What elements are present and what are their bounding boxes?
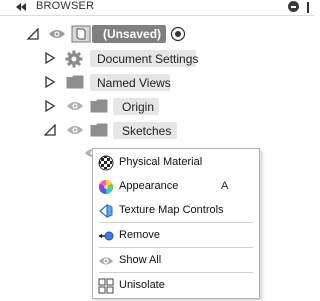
menu-item-texture-map-controls[interactable]: Texture Map Controls (93, 199, 259, 221)
menu-item-appearance[interactable]: Appearance A (93, 175, 259, 197)
tree-item-label: Sketches (122, 124, 172, 138)
expanded-triangle-icon[interactable] (26, 27, 39, 40)
collapse-panel-icon[interactable] (14, 0, 28, 14)
browser-title: BROWSER (36, 0, 95, 12)
folder-icon (90, 123, 108, 137)
menu-separator (99, 272, 253, 273)
visibility-eye-icon[interactable] (66, 124, 84, 136)
component-icon (71, 25, 91, 43)
named-views-pill[interactable]: Named Views (90, 74, 171, 91)
gear-icon (65, 50, 83, 68)
menu-item-label: Appearance (119, 180, 179, 192)
expanded-triangle-icon[interactable] (43, 123, 56, 136)
visibility-eye-icon[interactable] (66, 100, 84, 112)
menu-item-unisolate[interactable]: Unisolate (93, 274, 259, 296)
browser-header: BROWSER (0, 0, 314, 16)
menu-item-label: Unisolate (119, 279, 165, 291)
collapsed-triangle-icon[interactable] (44, 75, 56, 89)
menu-item-show-all[interactable]: Show All (93, 249, 259, 271)
menu-separator (99, 247, 253, 248)
root-label: (Unsaved) (103, 27, 162, 41)
remove-icon (98, 228, 114, 244)
show-all-icon (98, 253, 114, 269)
root-label-pill[interactable]: (Unsaved) (92, 25, 166, 43)
menu-item-label: Physical Material (119, 156, 203, 168)
sketches-pill[interactable]: Sketches (113, 122, 177, 139)
shortcut-label: A (221, 180, 229, 192)
folder-icon (90, 99, 108, 113)
menu-separator (99, 222, 253, 223)
appearance-icon (98, 179, 114, 195)
collapsed-triangle-icon[interactable] (44, 99, 56, 113)
folder-icon (66, 75, 84, 89)
visibility-eye-icon[interactable] (48, 28, 66, 40)
document-settings-pill[interactable]: Document Settings (90, 50, 199, 67)
menu-item-physical-material[interactable]: Physical Material (93, 151, 259, 173)
menu-item-label: Show All (119, 254, 162, 266)
texture-map-icon (98, 203, 114, 219)
tree-item-label: Origin (122, 100, 155, 114)
menu-item-label: Texture Map Controls (119, 204, 224, 216)
activate-radio-icon[interactable] (170, 26, 186, 42)
collapse-minus-icon[interactable] (288, 1, 299, 12)
tree-item-label: Document Settings (97, 52, 199, 66)
tree-item-label: Named Views (97, 76, 171, 90)
panel-resize-handle[interactable] (307, 2, 309, 13)
menu-item-remove[interactable]: Remove (93, 224, 259, 246)
menu-item-label: Remove (119, 229, 160, 241)
unisolate-icon (98, 278, 114, 294)
context-menu: Physical Material Appearance A Texture M… (92, 148, 260, 299)
collapsed-triangle-icon[interactable] (44, 51, 56, 65)
physical-material-icon (98, 155, 114, 171)
origin-pill[interactable]: Origin (113, 98, 159, 115)
